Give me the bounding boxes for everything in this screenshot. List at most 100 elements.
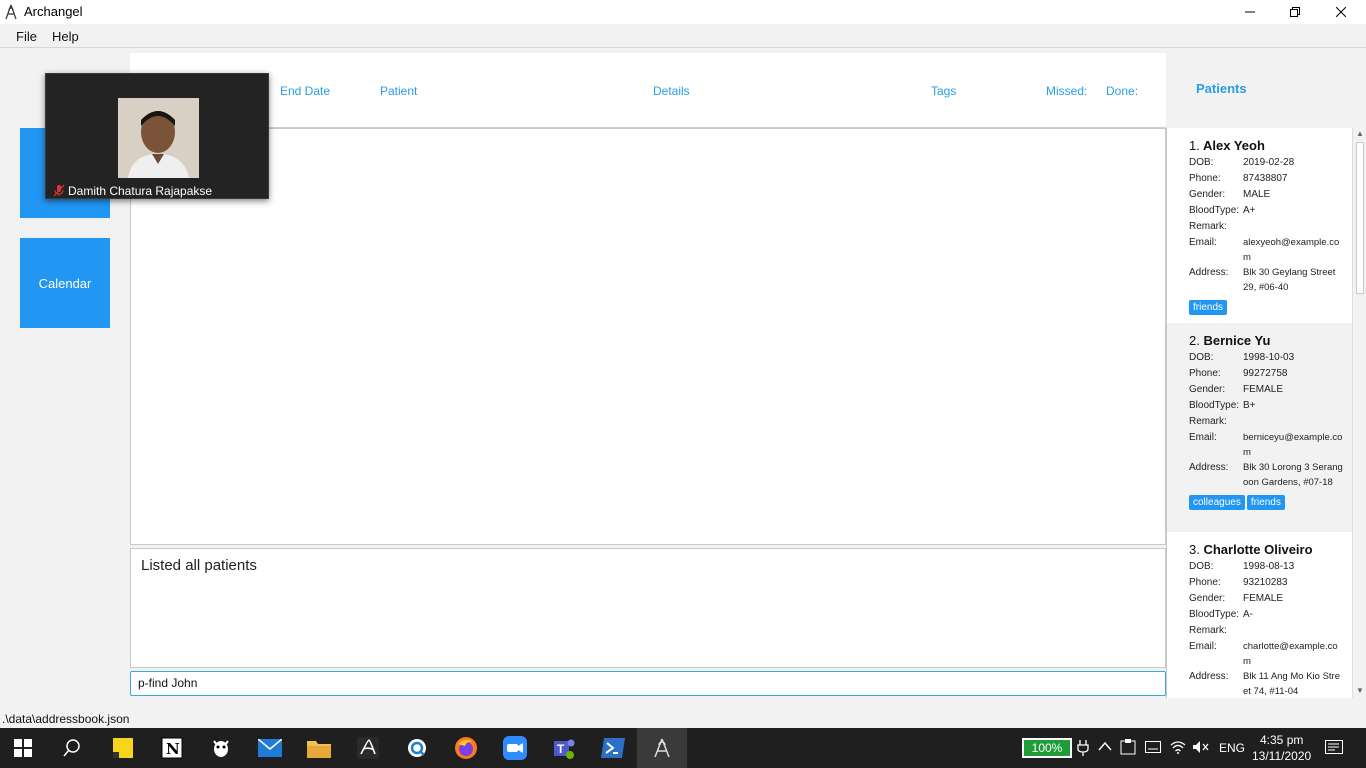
result-display: Listed all patients xyxy=(130,548,1166,668)
patient-name: 1. Alex Yeoh xyxy=(1189,138,1265,153)
gender-label: Gender: xyxy=(1189,384,1226,395)
dob-label: DOB: xyxy=(1189,157,1214,168)
address-label: Address: xyxy=(1189,671,1229,682)
minimize-icon xyxy=(1245,11,1255,13)
svg-text:N: N xyxy=(166,740,180,758)
close-icon xyxy=(1336,7,1346,17)
menu-help[interactable]: Help xyxy=(52,29,79,44)
gender-label: Gender: xyxy=(1189,189,1226,200)
address-value: Blk 11 Ang Mo Kio Street 74, #11-04 xyxy=(1243,671,1340,697)
column-tags[interactable]: Tags xyxy=(931,84,956,98)
column-missed[interactable]: Missed: xyxy=(1046,84,1087,98)
gender-value: FEMALE xyxy=(1243,593,1284,604)
language-indicator[interactable]: ENG xyxy=(1219,741,1245,755)
address-value: Blk 30 Geylang Street 29, #06-40 xyxy=(1243,267,1336,293)
notifications-icon[interactable] xyxy=(1325,740,1343,756)
patient-name: 3. Charlotte Oliveiro xyxy=(1189,542,1313,557)
mail-icon[interactable] xyxy=(255,733,285,763)
menu-bar: File Help xyxy=(0,24,1366,48)
creature-app-icon[interactable] xyxy=(206,733,236,763)
phone-label: Phone: xyxy=(1189,577,1221,588)
patients-header: Patients xyxy=(1166,53,1366,128)
column-details[interactable]: Details xyxy=(653,84,690,98)
keyboard-icon[interactable] xyxy=(1145,741,1161,753)
participant-photo xyxy=(118,98,199,178)
calendar-label: Calendar xyxy=(38,275,92,291)
sticky-notes-icon[interactable] xyxy=(108,733,138,763)
blood-value: A- xyxy=(1243,609,1253,620)
dob-label: DOB: xyxy=(1189,352,1214,363)
email-label: Email: xyxy=(1189,237,1217,248)
firefox-icon[interactable] xyxy=(451,733,481,763)
minimize-button[interactable] xyxy=(1227,0,1273,24)
tag-badge: friends xyxy=(1246,495,1285,510)
email-value: charlotte@example.com xyxy=(1243,641,1338,667)
start-icon[interactable] xyxy=(8,733,38,763)
blood-value: B+ xyxy=(1243,400,1256,411)
zoom-video-overlay[interactable]: Damith Chatura Rajapakse xyxy=(45,73,269,199)
dob-value: 1998-10-03 xyxy=(1243,352,1295,363)
email-value: alexyeoh@example.com xyxy=(1243,237,1340,263)
chevron-up-icon[interactable] xyxy=(1098,741,1112,751)
tag-badge: colleagues xyxy=(1189,495,1245,510)
teams-icon[interactable]: T xyxy=(549,733,579,763)
phone-value: 99272758 xyxy=(1243,368,1288,379)
battery-indicator[interactable]: 100% xyxy=(1022,738,1072,758)
remark-value xyxy=(1243,219,1343,235)
file-explorer-icon[interactable] xyxy=(304,733,334,763)
menu-file[interactable]: File xyxy=(16,29,37,44)
tag-badge: friends xyxy=(1189,300,1228,315)
patient-card[interactable]: 2. Bernice Yu DOB: 1998-10-03 Phone: 99272… xyxy=(1167,323,1353,532)
clock-time[interactable]: 4:35 pm xyxy=(1260,733,1303,747)
blood-label: BloodType: xyxy=(1189,205,1240,216)
archangel-app-icon[interactable] xyxy=(647,733,677,763)
column-done[interactable]: Done: xyxy=(1106,84,1138,98)
app-logo-icon xyxy=(5,4,17,20)
acrobat-icon[interactable] xyxy=(353,733,383,763)
phone-label: Phone: xyxy=(1189,368,1221,379)
windows-taskbar: N T 100% ENG 4:35 pm 13/11/2020 xyxy=(0,728,1366,768)
appointments-header: End Date Patient Details Tags Missed: Do… xyxy=(130,53,1166,128)
column-end-date[interactable]: End Date xyxy=(280,84,330,98)
patient-card[interactable]: 3. Charlotte Oliveiro DOB: 1998-08-13 Pho… xyxy=(1167,532,1353,698)
address-label: Address: xyxy=(1189,267,1229,278)
close-button[interactable] xyxy=(1318,0,1364,24)
restore-button[interactable] xyxy=(1272,0,1318,24)
notion-icon[interactable]: N xyxy=(157,733,187,763)
clock-date[interactable]: 13/11/2020 xyxy=(1252,749,1311,763)
phone-value: 87438807 xyxy=(1243,173,1288,184)
remark-label: Remark: xyxy=(1189,625,1227,636)
volume-muted-icon[interactable] xyxy=(1192,740,1210,754)
remark-label: Remark: xyxy=(1189,416,1227,427)
svg-text:T: T xyxy=(557,742,565,756)
patients-scrollbar[interactable]: ▲ ▼ xyxy=(1352,128,1366,698)
gender-value: MALE xyxy=(1243,189,1271,200)
patient-card[interactable]: 1. Alex Yeoh DOB: 2019-02-28 Phone: 874388… xyxy=(1167,128,1353,323)
scroll-thumb[interactable] xyxy=(1356,142,1364,294)
calendar-button[interactable]: Calendar xyxy=(20,238,110,328)
search-icon[interactable] xyxy=(57,733,87,763)
email-label: Email: xyxy=(1189,432,1217,443)
zoom-icon[interactable] xyxy=(500,733,530,763)
dob-value: 1998-08-13 xyxy=(1243,561,1295,572)
power-plug-icon[interactable] xyxy=(1077,740,1089,756)
column-patient[interactable]: Patient xyxy=(380,84,417,98)
powershell-icon[interactable] xyxy=(598,733,628,763)
clipboard-icon[interactable] xyxy=(1120,739,1138,755)
title-bar: Archangel xyxy=(0,0,1366,24)
remark-label: Remark: xyxy=(1189,221,1227,232)
patients-list[interactable]: 1. Alex Yeoh DOB: 2019-02-28 Phone: 874388… xyxy=(1166,128,1366,698)
scroll-up-icon[interactable]: ▲ xyxy=(1356,129,1364,138)
scroll-down-icon[interactable]: ▼ xyxy=(1356,686,1364,695)
appointments-list[interactable] xyxy=(130,128,1166,545)
blood-label: BloodType: xyxy=(1189,400,1240,411)
muted-microphone-icon xyxy=(53,184,65,197)
search-app-icon[interactable] xyxy=(402,733,432,763)
blood-label: BloodType: xyxy=(1189,609,1240,620)
status-bar-path: .\data\addressbook.json xyxy=(0,710,1366,728)
wifi-icon[interactable] xyxy=(1170,740,1186,754)
patient-name: 2. Bernice Yu xyxy=(1189,333,1271,348)
remark-value xyxy=(1243,623,1343,639)
command-input[interactable]: p-find John xyxy=(130,671,1166,696)
gender-value: FEMALE xyxy=(1243,384,1284,395)
